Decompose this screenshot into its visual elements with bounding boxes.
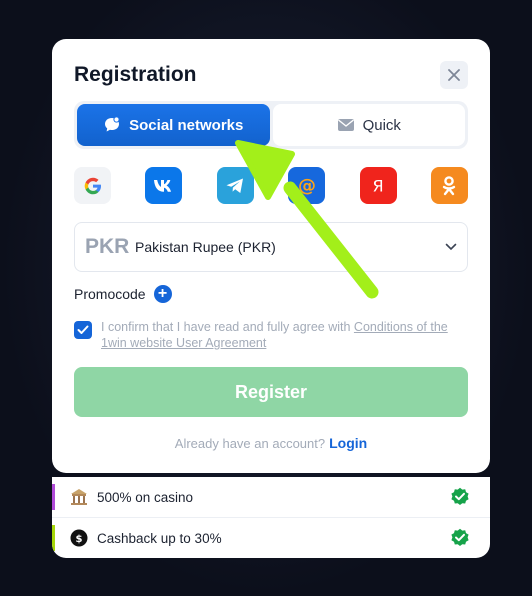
vk-login-button[interactable] xyxy=(145,167,183,204)
mail-ru-login-button[interactable]: @ xyxy=(288,167,326,204)
promocode-label: Promocode xyxy=(74,286,146,302)
modal-title: Registration xyxy=(74,63,197,86)
bonus-panel: 500% on casino $ Cashback up to 30% xyxy=(52,477,490,558)
plus-icon[interactable]: + xyxy=(153,285,172,303)
yandex-login-button[interactable]: Я xyxy=(359,167,397,204)
bonus-label: Cashback up to 30% xyxy=(97,530,222,546)
agreement-checkbox[interactable] xyxy=(74,321,92,339)
telegram-login-button[interactable] xyxy=(216,167,254,204)
agreement-text: I confirm that I have read and fully agr… xyxy=(101,319,468,351)
social-login-buttons: @ Я xyxy=(74,167,468,205)
currency-select[interactable]: PKR Pakistan Rupee (PKR) xyxy=(74,222,468,272)
agreement-row: I confirm that I have read and fully agr… xyxy=(74,319,468,351)
tab-quick-label: Quick xyxy=(362,116,401,134)
envelope-icon xyxy=(337,119,354,131)
verified-badge-icon xyxy=(451,487,469,505)
register-button[interactable]: Register xyxy=(74,367,468,417)
google-login-button[interactable] xyxy=(74,167,111,204)
registration-tabs: Social networks Quick xyxy=(74,101,468,149)
odnoklassniki-icon xyxy=(443,175,456,195)
bonus-row-casino: 500% on casino xyxy=(52,477,490,517)
agreement-statement: I confirm that I have read and fully agr… xyxy=(101,320,354,334)
currency-name: Pakistan Rupee (PKR) xyxy=(135,239,276,255)
yandex-icon: Я xyxy=(373,176,384,195)
chevron-down-icon xyxy=(445,243,457,251)
login-prompt-row: Already have an account? Login xyxy=(52,435,490,451)
tab-social-networks[interactable]: Social networks xyxy=(77,104,270,146)
bonus-stripe xyxy=(52,525,55,551)
close-icon xyxy=(448,69,460,81)
chat-bubble-icon xyxy=(105,116,120,132)
casino-icon xyxy=(69,487,89,507)
bonus-stripe xyxy=(52,484,55,510)
bonus-label: 500% on casino xyxy=(97,489,194,505)
at-sign-icon: @ xyxy=(298,175,316,196)
currency-code: PKR xyxy=(85,235,130,258)
svg-text:Я: Я xyxy=(373,176,384,195)
svg-text:@: @ xyxy=(298,175,316,196)
tab-social-networks-label: Social networks xyxy=(129,116,244,134)
odnoklassniki-login-button[interactable] xyxy=(430,167,468,204)
checkmark-icon xyxy=(77,325,89,334)
promocode-toggle[interactable]: Promocode + xyxy=(74,285,172,303)
telegram-icon xyxy=(226,178,244,193)
bonus-row-cashback: $ Cashback up to 30% xyxy=(52,517,490,558)
login-link[interactable]: Login xyxy=(329,435,367,451)
vk-icon xyxy=(153,179,171,192)
registration-modal: Registration Social networks Quick @ Я P… xyxy=(52,39,490,473)
close-button[interactable] xyxy=(440,61,468,89)
tab-quick[interactable]: Quick xyxy=(272,104,465,146)
svg-text:$: $ xyxy=(76,534,83,545)
google-icon xyxy=(84,177,101,194)
cashback-icon: $ xyxy=(69,528,89,548)
login-prompt: Already have an account? xyxy=(174,436,326,451)
verified-badge-icon xyxy=(451,528,469,546)
